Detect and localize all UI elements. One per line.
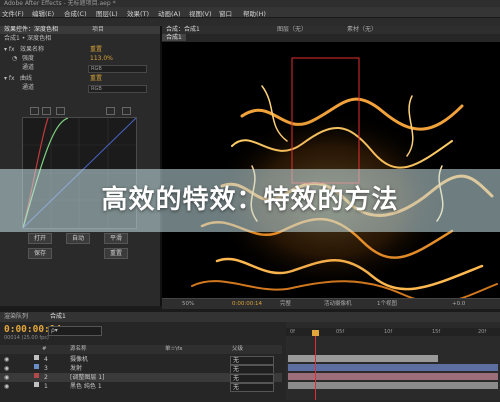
menu-effect[interactable]: 效果(T) <box>127 8 149 18</box>
effect-row[interactable]: 通道 RGB <box>0 64 160 73</box>
effect-row[interactable]: ◔ 强度 113.0% <box>0 55 160 63</box>
composition-tabs: 合成：合成1 图层（无） 素材（无） <box>162 26 500 34</box>
effect-row[interactable]: ▾ fx 曲线 重置 <box>0 75 160 83</box>
effect-panel-tabs: 效果控件：深度色相 项目 <box>0 26 160 34</box>
reset-link[interactable]: 重置 <box>90 75 102 83</box>
menu-file[interactable]: 文件(F) <box>2 8 24 18</box>
tab-render-queue[interactable]: 渲染队列 <box>4 312 28 322</box>
layer-name[interactable]: 发射 <box>70 364 82 373</box>
title-bar: Adobe After Effects - 无标题项目.aep * <box>0 0 500 7</box>
layer-name[interactable]: 摄像机 <box>70 355 88 364</box>
eye-icon[interactable]: ◉ <box>4 373 9 382</box>
layer-header: # 源名称 单☆\fx 父级 <box>0 345 282 354</box>
stopwatch-icon[interactable]: ◔ <box>12 55 17 63</box>
layer-row[interactable]: ◉ 1 黑色 纯色 1 无 <box>0 382 282 392</box>
layer-duration-bar[interactable] <box>288 355 438 362</box>
layer-row[interactable]: ◉ 3 发射 无 <box>0 364 282 374</box>
playhead-handle-icon[interactable] <box>312 330 319 336</box>
effect-row[interactable]: 通道 RGB <box>0 84 160 93</box>
label-color[interactable] <box>34 355 39 360</box>
menu-composition[interactable]: 合成(C) <box>64 8 87 18</box>
comp-breadcrumb-item[interactable]: 合成1 <box>162 34 186 41</box>
curve-tool-icon[interactable] <box>122 107 131 115</box>
tab-layer[interactable]: 图层（无） <box>277 26 307 34</box>
menu-help[interactable]: 帮助(H) <box>243 8 266 18</box>
layer-name[interactable]: [调整图层 1] <box>70 373 104 382</box>
menu-bar: 文件(F) 编辑(E) 合成(C) 图层(L) 效果(T) 动画(A) 视图(V… <box>0 7 500 18</box>
resolution-dropdown[interactable]: 完整 <box>280 299 291 309</box>
tab-comp1[interactable]: 合成1 <box>50 312 66 322</box>
parent-dropdown[interactable]: 无 <box>230 383 274 392</box>
channel-dropdown[interactable]: RGB <box>88 85 147 93</box>
expand-triangle-icon[interactable]: ▾ fx <box>4 75 15 83</box>
exposure-value[interactable]: +0.0 <box>452 299 465 309</box>
tab-project[interactable]: 项目 <box>92 26 104 34</box>
effect-header-row: 合成1 • 深度色相 <box>0 35 160 43</box>
effect-row[interactable]: ▾ fx 效果名称 重置 <box>0 46 160 54</box>
banner-title: 高效的特效：特效的方法 <box>101 185 399 215</box>
camera-dropdown[interactable]: 活动摄像机 <box>324 299 352 309</box>
layer-search-input[interactable]: ρ▾ <box>48 326 102 336</box>
app-title: Adobe After Effects - 无标题项目.aep * <box>4 0 116 7</box>
layer-row[interactable]: ◉ 2 [调整图层 1] 无 <box>0 373 282 383</box>
menu-edit[interactable]: 编辑(E) <box>32 8 54 18</box>
open-button[interactable]: 打开 <box>28 233 52 244</box>
label-color[interactable] <box>34 373 39 378</box>
smooth-button[interactable]: 平滑 <box>104 233 128 244</box>
views-dropdown[interactable]: 1个视图 <box>377 299 397 309</box>
eye-icon[interactable]: ◉ <box>4 364 9 373</box>
layer-duration-bar[interactable] <box>288 373 498 380</box>
save-button[interactable]: 保存 <box>28 248 52 259</box>
timeline-tabs: 渲染队列 合成1 <box>0 312 500 322</box>
curve-tools <box>0 106 160 115</box>
menu-layer[interactable]: 图层(L) <box>96 8 118 18</box>
zoom-level[interactable]: 50% <box>182 299 194 309</box>
comp-timecode[interactable]: 0:00:00:14 <box>232 299 262 309</box>
auto-button[interactable]: 自动 <box>66 233 90 244</box>
layer-name[interactable]: 黑色 纯色 1 <box>70 382 102 391</box>
composition-breadcrumb: 合成1 <box>162 34 500 42</box>
tab-effect-controls[interactable]: 效果控件：深度色相 <box>4 26 58 34</box>
fire-render <box>191 57 498 304</box>
tab-footage[interactable]: 素材（无） <box>347 26 377 34</box>
menu-view[interactable]: 视图(V) <box>189 8 212 18</box>
strength-value[interactable]: 113.0% <box>90 55 113 63</box>
playhead[interactable] <box>315 330 316 400</box>
reset-link[interactable]: 重置 <box>90 46 102 54</box>
effect-header: 合成1 • 深度色相 <box>4 35 52 42</box>
reset-button[interactable]: 重置 <box>104 248 128 259</box>
tab-composition[interactable]: 合成：合成1 <box>166 26 200 34</box>
timeline-frame-count: 00014 (25.00 fps) <box>4 335 49 341</box>
layer-duration-bar[interactable] <box>288 382 498 389</box>
curve-tool-icon[interactable] <box>30 107 39 115</box>
toolbar <box>0 18 500 26</box>
curve-tool-icon[interactable] <box>56 107 65 115</box>
layer-duration-bar[interactable] <box>288 364 498 371</box>
eye-icon[interactable]: ◉ <box>4 382 9 391</box>
layer-row[interactable]: ◉ 4 摄像机 无 <box>0 355 282 365</box>
composition-footer: 50% 0:00:00:14 完整 活动摄像机 1个视图 +0.0 <box>162 298 500 309</box>
channel-dropdown[interactable]: RGB <box>88 65 147 73</box>
label-color[interactable] <box>34 364 39 369</box>
expand-triangle-icon[interactable]: ▾ fx <box>4 46 15 54</box>
label-color[interactable] <box>34 382 39 387</box>
composition-viewer[interactable] <box>162 26 500 308</box>
pencil-icon[interactable] <box>106 107 115 115</box>
curve-tool-icon[interactable] <box>42 107 51 115</box>
menu-animation[interactable]: 动画(A) <box>158 8 181 18</box>
eye-icon[interactable]: ◉ <box>4 355 9 364</box>
menu-window[interactable]: 窗口 <box>219 8 232 18</box>
